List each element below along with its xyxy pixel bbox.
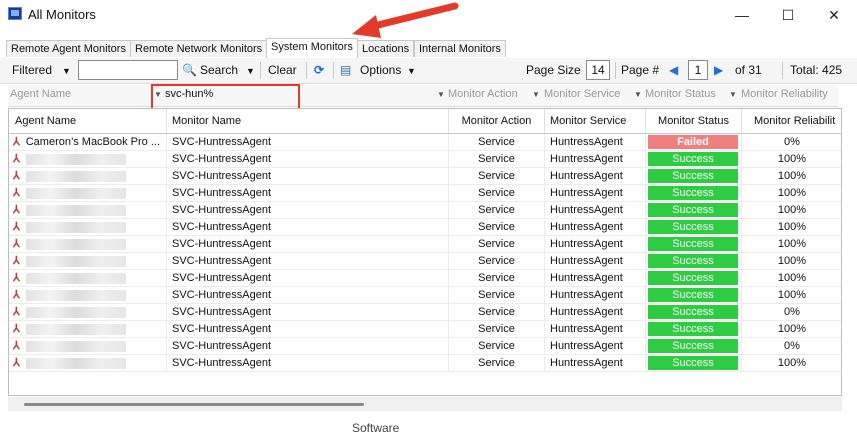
footer-text: Software — [352, 421, 400, 435]
annotation-arrow-icon — [352, 2, 459, 38]
